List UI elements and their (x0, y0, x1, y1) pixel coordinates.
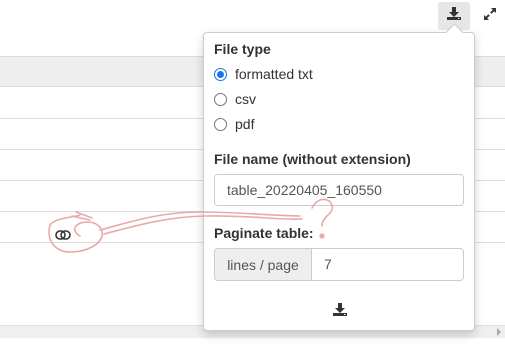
radio-label: formatted txt (235, 66, 313, 82)
annotation-question-mark: ? (0, 0, 1, 1)
export-popover: File type formatted txt csv pdf File nam… (203, 23, 475, 331)
expand-table-button[interactable] (474, 2, 505, 30)
radio-button[interactable] (214, 92, 227, 106)
radio-csv[interactable]: csv (214, 90, 256, 108)
link-icon[interactable] (55, 227, 71, 240)
paginate-label: Paginate table: (214, 225, 314, 241)
file-type-label: File type (214, 41, 271, 57)
radio-button-selected[interactable] (214, 67, 227, 81)
export-download-button[interactable] (328, 300, 352, 324)
download-icon (332, 302, 348, 322)
scroll-right-arrow-icon[interactable] (497, 328, 501, 336)
radio-formatted-txt[interactable]: formatted txt (214, 65, 313, 83)
expand-icon (483, 7, 497, 26)
file-name-input[interactable]: table_20220405_160550 (214, 174, 464, 206)
lines-per-page-input[interactable]: 7 (311, 248, 464, 281)
radio-button[interactable] (214, 117, 227, 131)
file-name-label: File name (without extension) (214, 151, 411, 167)
radio-pdf[interactable]: pdf (214, 115, 254, 133)
radio-label: pdf (235, 116, 255, 132)
radio-label: csv (235, 91, 256, 107)
paginate-input-group: lines / page 7 (214, 248, 464, 281)
lines-per-page-addon: lines / page (214, 248, 311, 281)
